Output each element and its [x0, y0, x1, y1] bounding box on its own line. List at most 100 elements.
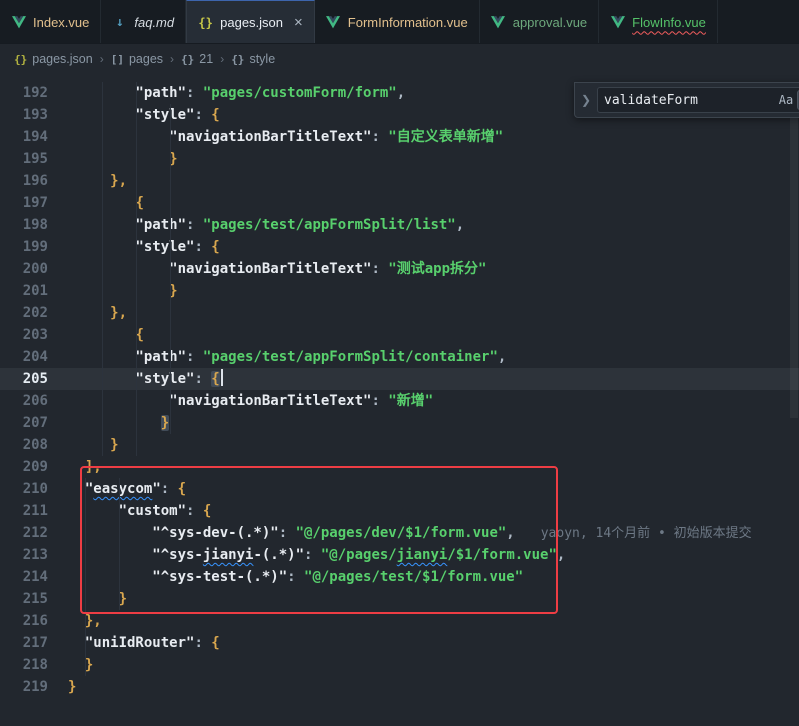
scrollbar[interactable]	[789, 74, 799, 726]
line-number: 207	[0, 412, 48, 434]
line-number: 214	[0, 566, 48, 588]
line-content: }	[68, 654, 93, 676]
line-number: 206	[0, 390, 48, 412]
code-line-205[interactable]: 205 "style": {	[0, 368, 799, 390]
line-number: 198	[0, 214, 48, 236]
code-line-199[interactable]: 199 "style": {	[0, 236, 799, 258]
line-number: 211	[0, 500, 48, 522]
toggle-replace-chevron-icon[interactable]: ❯	[581, 93, 591, 107]
line-number: 209	[0, 456, 48, 478]
code-line-218[interactable]: 218 }	[0, 654, 799, 676]
line-number: 200	[0, 258, 48, 280]
tab-label: pages.json	[220, 15, 283, 30]
breadcrumb-separator: ›	[170, 52, 174, 66]
breadcrumb-separator: ›	[220, 52, 224, 66]
tab-label: FormInformation.vue	[348, 15, 468, 30]
line-content: }	[68, 280, 178, 302]
breadcrumb-item-21[interactable]: {} 21	[181, 52, 213, 66]
code-line-203[interactable]: 203 {	[0, 324, 799, 346]
indent-guide	[85, 478, 86, 676]
code-line-204[interactable]: 204 "path": "pages/test/appFormSplit/con…	[0, 346, 799, 368]
line-content: "^sys-test-(.*)": "@/pages/test/$1/form.…	[68, 566, 523, 588]
tab-bar: Index.vue ↓faq.md {} pages.json × FormInforma…	[0, 0, 799, 44]
line-content: "^sys-dev-(.*)": "@/pages/dev/$1/form.vu…	[68, 522, 752, 544]
line-content: "style": {	[68, 104, 220, 126]
line-content: "path": "pages/test/appFormSplit/contain…	[68, 346, 506, 368]
line-number: 192	[0, 82, 48, 104]
code-line-194[interactable]: 194 "navigationBarTitleText": "自定义表单新增"	[0, 126, 799, 148]
code-line-198[interactable]: 198 "path": "pages/test/appFormSplit/lis…	[0, 214, 799, 236]
breadcrumb-label: pages	[129, 52, 163, 66]
breadcrumb-label: style	[249, 52, 275, 66]
find-input[interactable]	[602, 92, 775, 109]
code-line-206[interactable]: 206 "navigationBarTitleText": "新增"	[0, 390, 799, 412]
markdown-icon: ↓	[112, 15, 127, 30]
line-number: 213	[0, 544, 48, 566]
line-number: 203	[0, 324, 48, 346]
code-line-217[interactable]: 217 "uniIdRouter": {	[0, 632, 799, 654]
code-line-202[interactable]: 202 },	[0, 302, 799, 324]
tab-label: Index.vue	[33, 15, 89, 30]
line-number: 194	[0, 126, 48, 148]
line-content: "style": {	[68, 236, 220, 258]
breadcrumb-item-pages-json[interactable]: {}pages.json	[14, 52, 93, 66]
line-content: "custom": {	[68, 500, 211, 522]
vue-icon	[326, 15, 341, 30]
line-content: "navigationBarTitleText": "新增"	[68, 390, 433, 412]
line-content: "style": {	[68, 368, 223, 390]
editor-pane[interactable]: 192 "path": "pages/customForm/form",193 …	[0, 74, 799, 726]
symbol-icon: {}	[14, 53, 27, 66]
breadcrumb-item-style[interactable]: {}style	[231, 52, 275, 66]
tab-label: approval.vue	[513, 15, 587, 30]
close-tab-icon[interactable]: ×	[294, 15, 303, 30]
find-input-box: Aa ab .*	[597, 87, 799, 113]
line-number: 204	[0, 346, 48, 368]
code-line-201[interactable]: 201 }	[0, 280, 799, 302]
line-number: 218	[0, 654, 48, 676]
json-icon: {}	[198, 15, 213, 30]
symbol-icon: {}	[181, 53, 194, 66]
line-number: 196	[0, 170, 48, 192]
code-line-207[interactable]: 207 }	[0, 412, 799, 434]
code-line-208[interactable]: 208 }	[0, 434, 799, 456]
tab-label: FlowInfo.vue	[632, 15, 706, 30]
tab-flowinfo-vue[interactable]: FlowInfo.vue	[599, 0, 718, 44]
breadcrumb[interactable]: {}pages.json›[]pages›{}21›{}style	[0, 44, 799, 74]
line-number: 210	[0, 478, 48, 500]
line-number: 199	[0, 236, 48, 258]
code-line-196[interactable]: 196 },	[0, 170, 799, 192]
line-number: 216	[0, 610, 48, 632]
line-content: }	[68, 676, 76, 698]
code-line-209[interactable]: 209 ],	[0, 456, 799, 478]
vscode-window: Index.vue↓faq.md{}pages.json×FormInforma…	[0, 0, 799, 726]
line-content: }	[68, 412, 169, 434]
indent-guide	[119, 478, 120, 610]
code-line-219[interactable]: 219}	[0, 676, 799, 698]
text-cursor	[221, 369, 223, 386]
breadcrumb-item-pages[interactable]: []pages	[111, 52, 163, 66]
line-number: 205	[0, 368, 48, 390]
tab-forminformation-vue[interactable]: FormInformation.vue	[315, 0, 480, 44]
line-number: 201	[0, 280, 48, 302]
tab-pages-json[interactable]: {} pages.json ×	[186, 0, 315, 44]
breadcrumb-label: 21	[199, 52, 213, 66]
line-content: "path": "pages/test/appFormSplit/list",	[68, 214, 464, 236]
line-content: },	[68, 170, 127, 192]
line-content: ],	[68, 456, 102, 478]
line-number: 217	[0, 632, 48, 654]
scrollbar-thumb[interactable]	[790, 118, 798, 418]
line-content: "navigationBarTitleText": "测试app拆分"	[68, 258, 486, 280]
line-content: {	[68, 324, 144, 346]
tab-faq-md[interactable]: ↓faq.md	[101, 0, 186, 44]
code-line-195[interactable]: 195 }	[0, 148, 799, 170]
indent-guide	[170, 104, 171, 434]
breadcrumb-separator: ›	[100, 52, 104, 66]
code-line-197[interactable]: 197 {	[0, 192, 799, 214]
code-line-200[interactable]: 200 "navigationBarTitleText": "测试app拆分"	[0, 258, 799, 280]
vue-icon	[11, 15, 26, 30]
tab-index-vue[interactable]: Index.vue	[0, 0, 101, 44]
line-content: }	[68, 434, 119, 456]
tab-approval-vue[interactable]: approval.vue	[480, 0, 599, 44]
line-content: {	[68, 192, 144, 214]
code-line-216[interactable]: 216 },	[0, 610, 799, 632]
